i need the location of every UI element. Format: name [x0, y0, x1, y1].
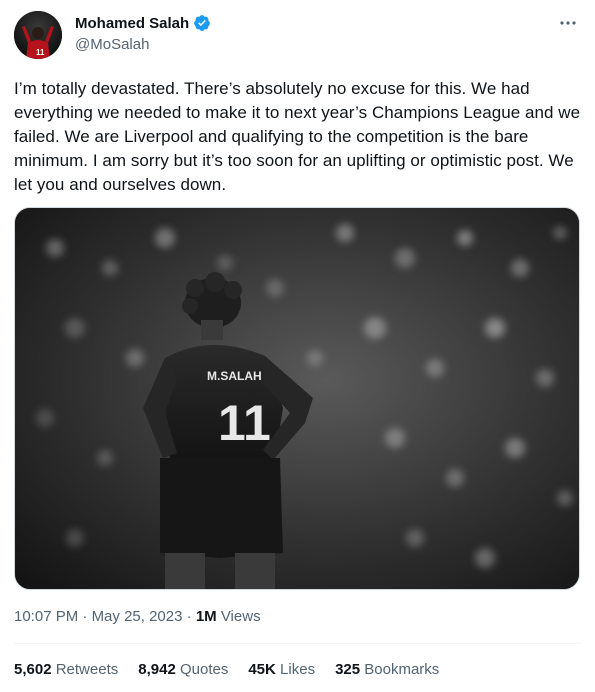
quotes-label: Quotes: [179, 661, 229, 678]
bookmarks-stat[interactable]: 325 Bookmarks: [335, 661, 439, 678]
divider: [14, 643, 581, 644]
bookmarks-label: Bookmarks: [364, 661, 440, 678]
jersey-name: M.SALAH: [207, 369, 262, 383]
post-meta: 10:07 PM · May 25, 2023 · 1M Views: [14, 608, 261, 625]
meta-separator: ·: [82, 608, 88, 625]
retweets-stat[interactable]: 5,602 Retweets: [14, 661, 118, 678]
more-options-icon[interactable]: [558, 18, 578, 28]
quotes-stat[interactable]: 8,942 Quotes: [138, 661, 228, 678]
post-date[interactable]: May 25, 2023: [92, 608, 183, 625]
tweet-card: 11 Mohamed Salah @MoSalah I’m totally de…: [0, 0, 595, 692]
post-text: I’m totally devastated. There’s absolute…: [14, 79, 581, 194]
quotes-count: 8,942: [138, 661, 176, 678]
player-photo: M.SALAH 11: [15, 208, 579, 589]
meta-separator: ·: [186, 608, 192, 625]
views-label: Views: [220, 608, 261, 625]
retweets-label: Retweets: [55, 661, 119, 678]
likes-stat[interactable]: 45K Likes: [248, 661, 315, 678]
likes-count: 45K: [248, 661, 276, 678]
author-name-row[interactable]: Mohamed Salah: [75, 14, 211, 32]
post-image[interactable]: M.SALAH 11: [14, 207, 580, 590]
retweets-count: 5,602: [14, 661, 52, 678]
bookmarks-count: 325: [335, 661, 361, 678]
engagement-stats: 5,602 Retweets 8,942 Quotes 45K Likes 32…: [14, 661, 459, 678]
verified-badge-icon: [194, 15, 211, 31]
avatar[interactable]: 11: [14, 11, 62, 59]
views-count: 1M: [195, 608, 217, 625]
author-handle[interactable]: @MoSalah: [75, 36, 149, 53]
post-time[interactable]: 10:07 PM: [14, 608, 78, 625]
likes-label: Likes: [280, 661, 316, 678]
author-name[interactable]: Mohamed Salah: [75, 15, 189, 32]
jersey-number: 11: [218, 395, 271, 451]
svg-text:11: 11: [36, 48, 45, 57]
